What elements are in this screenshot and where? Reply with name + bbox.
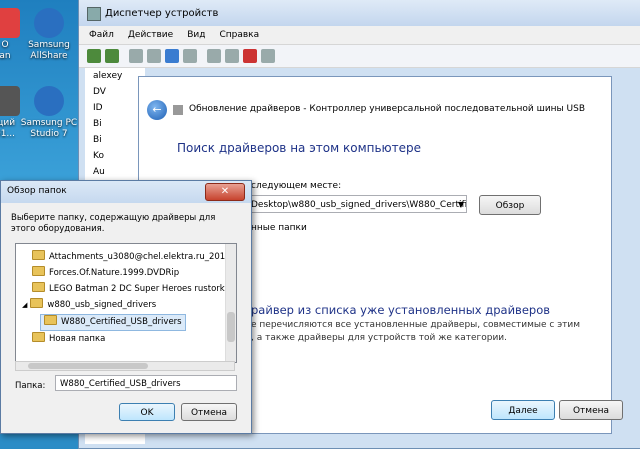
search-path-combo[interactable]: Desktop\w880_usb_signed_drivers\W880_Cer… — [247, 195, 467, 213]
folder-input[interactable]: W880_Certified_USB_drivers — [55, 375, 237, 391]
folder-tree[interactable]: Attachments_u3080@chel.elektra.ru_2012-0… — [15, 243, 237, 363]
help-icon[interactable] — [165, 49, 179, 63]
tree-item[interactable]: Bi — [85, 116, 145, 132]
horizontal-scrollbar[interactable] — [15, 361, 235, 371]
toolbar — [79, 45, 640, 68]
menu-file[interactable]: Файл — [89, 30, 114, 40]
menu-action[interactable]: Действие — [128, 30, 173, 40]
update-driver-icon[interactable] — [225, 49, 239, 63]
folder-item-expanded[interactable]: ◢ w880_usb_signed_drivers — [22, 298, 156, 313]
device-manager-icon — [87, 7, 101, 21]
folder-item[interactable]: Новая папка — [32, 332, 105, 347]
forward-arrow-icon[interactable] — [105, 49, 119, 63]
browse-prompt: Выберите папку, содержащую драйверы для … — [11, 213, 216, 234]
menu-bar: Файл Действие Вид Справка — [79, 26, 640, 45]
tree-item[interactable]: alexey — [85, 68, 145, 84]
folder-icon — [30, 298, 44, 308]
description-line: , а также драйверы для устройств той же … — [251, 333, 508, 343]
uninstall-icon[interactable] — [243, 49, 257, 63]
vertical-scrollbar[interactable] — [225, 244, 236, 362]
include-subfolders-label[interactable]: нные папки — [251, 223, 307, 233]
disable-icon[interactable] — [261, 49, 275, 63]
folder-item[interactable]: LEGO Batman 2 DC Super Heroes rustorka — [32, 282, 230, 297]
tree-item[interactable]: Bi — [85, 132, 145, 148]
back-button[interactable]: ← — [147, 100, 167, 120]
folder-label: Новая папка — [49, 334, 106, 344]
browse-dialog-titlebar[interactable]: Обзор папок ✕ — [1, 181, 251, 203]
expand-triangle-icon[interactable]: ◢ — [22, 301, 27, 309]
folder-item-selected[interactable]: W880_Certified_USB_drivers — [40, 314, 186, 331]
tree-item[interactable]: DV — [85, 84, 145, 100]
desktop-icon-label: Samsung AllShare — [28, 40, 70, 61]
pick-from-list-description: е перечисляются все установленные драйве… — [251, 319, 580, 345]
desktop-icon-samsung-allshare[interactable]: Samsung AllShare — [20, 8, 78, 62]
folder-label: w880_usb_signed_drivers — [47, 300, 157, 310]
properties-icon[interactable] — [129, 49, 143, 63]
cancel-button[interactable]: Отмена — [559, 400, 623, 420]
desktop-icon-label: Samsung PC Studio 7 — [20, 118, 78, 139]
next-button[interactable]: Далее — [491, 400, 555, 420]
folder-label: LEGO Batman 2 DC Super Heroes rustorka — [49, 284, 230, 294]
back-arrow-icon[interactable] — [87, 49, 101, 63]
dialog-header: ← Обновление драйверов - Контроллер унив… — [139, 77, 611, 120]
scrollbar-thumb[interactable] — [227, 312, 235, 342]
pick-from-list-option[interactable]: райвер из списка уже установленных драйв… — [251, 303, 550, 317]
description-line: е перечисляются все установленные драйве… — [251, 320, 581, 330]
folder-icon — [32, 282, 45, 292]
open-folder-icon — [44, 315, 57, 325]
search-location-label: следующем месте: — [251, 181, 342, 191]
browse-folder-dialog: Обзор папок ✕ Выберите папку, содержащую… — [0, 180, 252, 434]
browse-dialog-title: Обзор папок — [7, 186, 67, 196]
close-button[interactable]: ✕ — [205, 183, 245, 201]
search-path-value: Desktop\w880_usb_signed_drivers\W880_Cer… — [251, 200, 467, 210]
folder-label-text: Папка: — [15, 381, 46, 391]
menu-help[interactable]: Справка — [219, 30, 259, 40]
window-title: Диспетчер устройств — [105, 8, 219, 19]
page-heading: Поиск драйверов на этом компьютере — [177, 141, 422, 155]
cancel-button[interactable]: Отмена — [181, 403, 237, 421]
device-manager-titlebar[interactable]: Диспетчер устройств — [79, 0, 640, 26]
folder-label: Attachments_u3080@chel.elektra.ru_2012-0 — [49, 252, 237, 262]
browse-button[interactable]: Обзор — [479, 195, 541, 215]
app-icon — [0, 86, 20, 116]
tree-item[interactable]: Au — [85, 164, 145, 180]
ok-button[interactable]: OK — [119, 403, 175, 421]
tree-item[interactable]: Ko — [85, 148, 145, 164]
pc-studio-icon — [34, 86, 64, 116]
folder-icon — [32, 332, 45, 342]
list-icon[interactable] — [147, 49, 161, 63]
folder-item[interactable]: Attachments_u3080@chel.elektra.ru_2012-0 — [32, 250, 237, 265]
usb-device-icon — [173, 105, 183, 115]
folder-label: W880_Certified_USB_drivers — [61, 317, 182, 327]
allshare-icon — [34, 8, 64, 38]
dropdown-arrow-icon[interactable]: ▼ — [458, 196, 464, 212]
close-icon: ✕ — [220, 186, 230, 197]
folder-item[interactable]: Forces.Of.Nature.1999.DVDRip — [32, 266, 179, 281]
dialog-header-text: Обновление драйверов - Контроллер универ… — [189, 104, 585, 114]
browse-dialog-body: Выберите папку, содержащую драйверы для … — [1, 203, 251, 433]
menu-view[interactable]: Вид — [187, 30, 205, 40]
view-icon[interactable] — [183, 49, 197, 63]
folder-icon — [32, 266, 45, 276]
tree-item[interactable]: ID — [85, 100, 145, 116]
scan-icon[interactable] — [207, 49, 221, 63]
scrollbar-thumb[interactable] — [28, 363, 148, 369]
desktop-icon-samsung-pc-studio[interactable]: Samsung PC Studio 7 — [20, 86, 78, 140]
app-icon — [0, 8, 20, 38]
folder-label: Forces.Of.Nature.1999.DVDRip — [49, 268, 180, 278]
back-arrow-icon: ← — [152, 103, 162, 116]
folder-icon — [32, 250, 45, 260]
